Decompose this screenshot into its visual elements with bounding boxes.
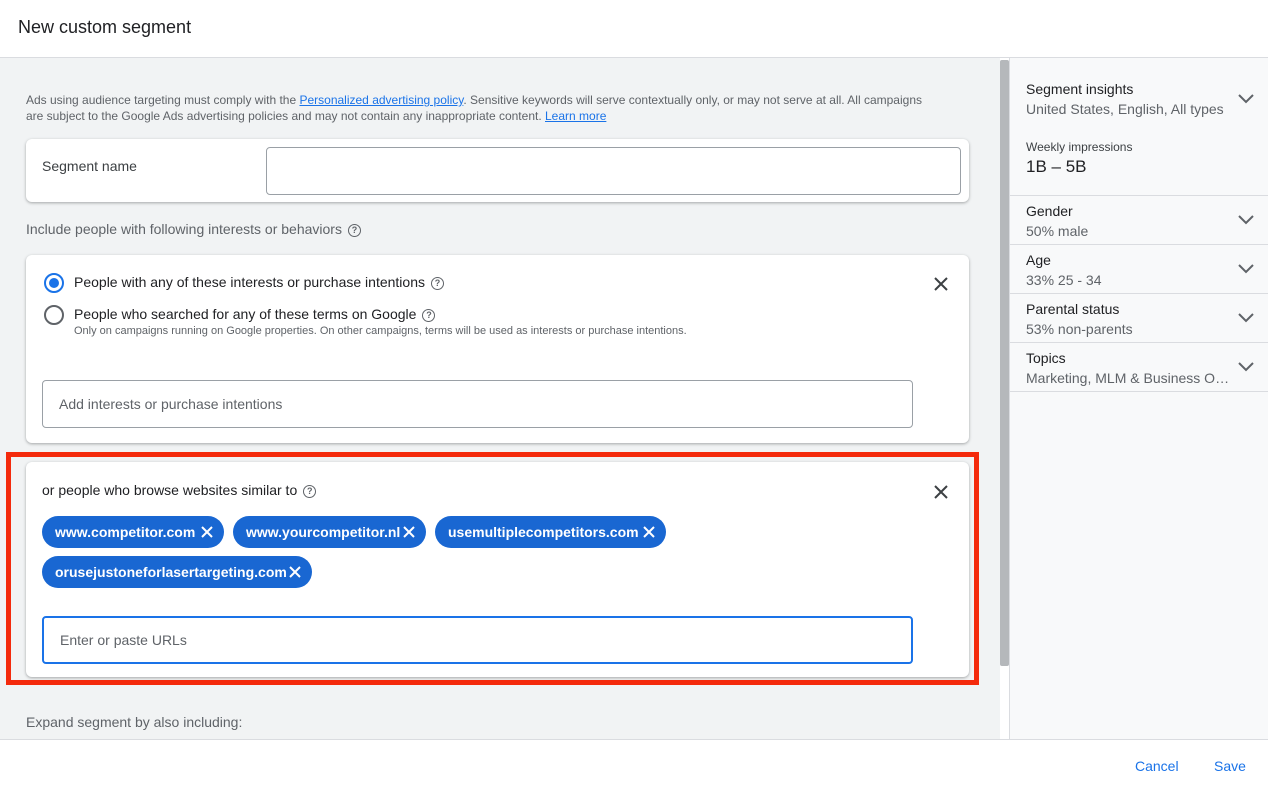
interests-input[interactable] [42, 380, 913, 428]
gender-section[interactable]: Gender 50% male [1010, 196, 1268, 245]
cancel-button[interactable]: Cancel [1135, 758, 1179, 774]
interests-card: People with any of these interests or pu… [26, 255, 969, 443]
help-icon[interactable]: ? [347, 223, 361, 237]
option-search-label: People who searched for any of these ter… [74, 306, 436, 322]
highlight-box [6, 452, 979, 685]
segment-name-label: Segment name [42, 158, 137, 174]
radio-interests[interactable] [44, 273, 64, 293]
scrollbar[interactable] [1000, 60, 1009, 666]
topics-section[interactable]: Topics Marketing, MLM & Business Opportu… [1010, 343, 1268, 392]
topics-title: Topics [1026, 350, 1066, 366]
help-icon[interactable]: ? [430, 276, 444, 290]
impressions-label: Weekly impressions [1026, 140, 1133, 154]
parental-section[interactable]: Parental status 53% non-parents [1010, 294, 1268, 343]
include-heading: Include people with following interests … [26, 221, 361, 237]
policy-text-1: Ads using audience targeting must comply… [26, 93, 300, 107]
option-search-note: Only on campaigns running on Google prop… [74, 325, 687, 337]
policy-notice: Ads using audience targeting must comply… [26, 92, 936, 124]
segment-name-card: Segment name [26, 139, 969, 202]
save-button[interactable]: Save [1214, 758, 1246, 774]
dialog-header: New custom segment [0, 0, 1268, 58]
page-title: New custom segment [18, 17, 192, 37]
insights-title: Segment insights [1026, 81, 1134, 97]
gender-title: Gender [1026, 203, 1073, 219]
insights-summary[interactable]: Segment insights United States, English,… [1010, 58, 1268, 196]
parental-title: Parental status [1026, 301, 1120, 317]
chevron-down-icon[interactable] [1238, 215, 1254, 225]
learn-more-link[interactable]: Learn more [545, 109, 606, 123]
expand-heading: Expand segment by also including: [26, 714, 243, 730]
help-icon[interactable]: ? [422, 308, 436, 322]
personalized-policy-link[interactable]: Personalized advertising policy [299, 93, 463, 107]
impressions-value: 1B – 5B [1026, 157, 1087, 176]
insights-sidebar: Segment insights United States, English,… [1010, 58, 1268, 739]
include-heading-text: Include people with following interests … [26, 221, 342, 237]
chevron-down-icon[interactable] [1238, 313, 1254, 323]
option-search-text: People who searched for any of these ter… [74, 306, 417, 322]
radio-search-terms[interactable] [44, 305, 64, 325]
option-interests-label: People with any of these interests or pu… [74, 274, 444, 290]
chevron-down-icon[interactable] [1238, 362, 1254, 372]
parental-value: 53% non-parents [1026, 321, 1133, 337]
age-title: Age [1026, 252, 1051, 268]
option-interests-text: People with any of these interests or pu… [74, 274, 425, 290]
topics-value: Marketing, MLM & Business Opportunities [1026, 370, 1231, 386]
segment-name-input[interactable] [266, 147, 961, 195]
chevron-down-icon[interactable] [1238, 94, 1254, 104]
age-value: 33% 25 - 34 [1026, 272, 1102, 288]
chevron-down-icon[interactable] [1238, 264, 1254, 274]
insights-subtitle: United States, English, All types [1026, 101, 1224, 117]
close-icon[interactable] [932, 275, 950, 293]
dialog-footer: Cancel Save [0, 739, 1268, 787]
gender-value: 50% male [1026, 223, 1089, 239]
age-section[interactable]: Age 33% 25 - 34 [1010, 245, 1268, 294]
